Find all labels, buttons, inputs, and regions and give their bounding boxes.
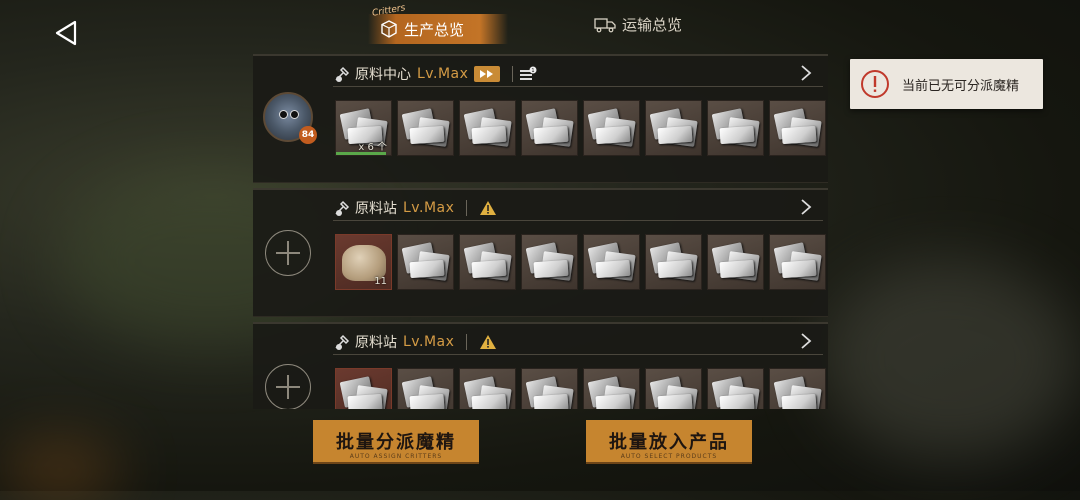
- warning-icon: [480, 335, 497, 349]
- background-blur: [0, 440, 120, 500]
- warning-icon: [480, 201, 497, 215]
- product-count: x 6 个: [358, 142, 387, 153]
- facility-header[interactable]: 原料站 Lv.Max: [333, 196, 823, 221]
- button-label: 批量分派魔精: [336, 432, 456, 453]
- tab-transport-overview[interactable]: 运输总览: [594, 14, 682, 35]
- product-slot[interactable]: x 6 个: [335, 100, 392, 156]
- back-button[interactable]: [50, 16, 84, 50]
- product-slot[interactable]: [707, 100, 764, 156]
- mining-facility-icon: [335, 334, 350, 350]
- button-sublabel: AUTO SELECT PRODUCTS: [620, 453, 718, 460]
- critter-eyes: [279, 110, 299, 119]
- toast-message: 当前已无可分派魔精: [902, 78, 1020, 94]
- chevron-right-icon[interactable]: [799, 198, 813, 216]
- facility-name: 原料站: [355, 201, 397, 217]
- notification-toast: 当前已无可分派魔精: [850, 59, 1043, 109]
- facility-level: Lv.Max: [403, 334, 455, 350]
- product-slot[interactable]: [459, 234, 516, 290]
- product-slot[interactable]: [645, 368, 702, 409]
- product-slots: 11: [335, 234, 826, 290]
- product-slot[interactable]: [397, 368, 454, 409]
- speed-up-icon: [474, 66, 501, 82]
- production-list-icon[interactable]: 1: [519, 66, 537, 82]
- mining-facility-icon: [335, 66, 350, 82]
- tab-production-overview[interactable]: Critters 生产总览: [368, 3, 508, 44]
- facility-panel[interactable]: 原料站 Lv.Max 11: [253, 188, 828, 317]
- background-blur: [820, 260, 1080, 460]
- product-slot[interactable]: [645, 100, 702, 156]
- product-slot[interactable]: [397, 234, 454, 290]
- product-slot[interactable]: [645, 234, 702, 290]
- facility-name: 原料中心: [355, 67, 411, 83]
- header-divider: [466, 200, 468, 216]
- back-triangle-icon: [55, 20, 77, 46]
- mining-facility-icon: [335, 200, 350, 216]
- product-slot[interactable]: [769, 368, 826, 409]
- product-count: 11: [374, 276, 387, 287]
- add-critter-button[interactable]: [265, 364, 311, 409]
- facility-panel[interactable]: 原料站 Lv.Max: [253, 322, 828, 409]
- chevron-right-icon[interactable]: [799, 332, 813, 350]
- facility-header[interactable]: 原料站 Lv.Max: [333, 330, 823, 355]
- product-slot[interactable]: [769, 100, 826, 156]
- critter-avatar[interactable]: 84: [263, 92, 317, 144]
- button-label: 批量放入产品: [609, 432, 729, 453]
- product-slot[interactable]: [335, 368, 392, 409]
- facility-list[interactable]: 84 原料中心 Lv.Max 1 x 6 个 原料站 Lv.Max 11 原料站…: [253, 52, 828, 409]
- button-sublabel: AUTO ASSIGN CRITTERS: [349, 453, 443, 460]
- product-slot[interactable]: [583, 234, 640, 290]
- product-slot[interactable]: [521, 368, 578, 409]
- header-divider: [466, 334, 468, 350]
- chevron-right-icon[interactable]: [799, 64, 813, 82]
- header-divider: [512, 66, 514, 82]
- critter-level-badge: 84: [299, 126, 317, 144]
- product-slot[interactable]: [707, 368, 764, 409]
- batch-place-products-button[interactable]: 批量放入产品 AUTO SELECT PRODUCTS: [586, 420, 752, 462]
- tab-tag: Critters: [371, 3, 407, 19]
- product-slots: x 6 个: [335, 100, 826, 156]
- tab-label: 运输总览: [622, 16, 683, 34]
- tab-label: 生产总览: [404, 20, 465, 39]
- facility-panel[interactable]: 84 原料中心 Lv.Max 1 x 6 个: [253, 54, 828, 183]
- facility-level: Lv.Max: [417, 66, 469, 82]
- product-slots: [335, 368, 826, 409]
- box-icon: [381, 20, 397, 38]
- batch-assign-critters-button[interactable]: 批量分派魔精 AUTO ASSIGN CRITTERS: [313, 420, 479, 462]
- product-slot[interactable]: [583, 368, 640, 409]
- top-tabs: Critters 生产总览 运输总览: [360, 3, 720, 50]
- product-slot[interactable]: [707, 234, 764, 290]
- facility-name: 原料站: [355, 335, 397, 351]
- product-slot[interactable]: 11: [335, 234, 392, 290]
- facility-level: Lv.Max: [403, 200, 455, 216]
- truck-icon: [594, 17, 616, 32]
- facility-header[interactable]: 原料中心 Lv.Max 1: [333, 62, 823, 87]
- add-critter-button[interactable]: [265, 230, 311, 276]
- product-slot[interactable]: [397, 100, 454, 156]
- svg-text:1: 1: [532, 68, 535, 74]
- progress-bar: [336, 152, 386, 155]
- product-slot[interactable]: [769, 234, 826, 290]
- product-slot[interactable]: [583, 100, 640, 156]
- product-slot[interactable]: [521, 234, 578, 290]
- exclamation-circle-icon: [861, 70, 889, 98]
- product-slot[interactable]: [459, 368, 516, 409]
- product-slot[interactable]: [521, 100, 578, 156]
- product-slot[interactable]: [459, 100, 516, 156]
